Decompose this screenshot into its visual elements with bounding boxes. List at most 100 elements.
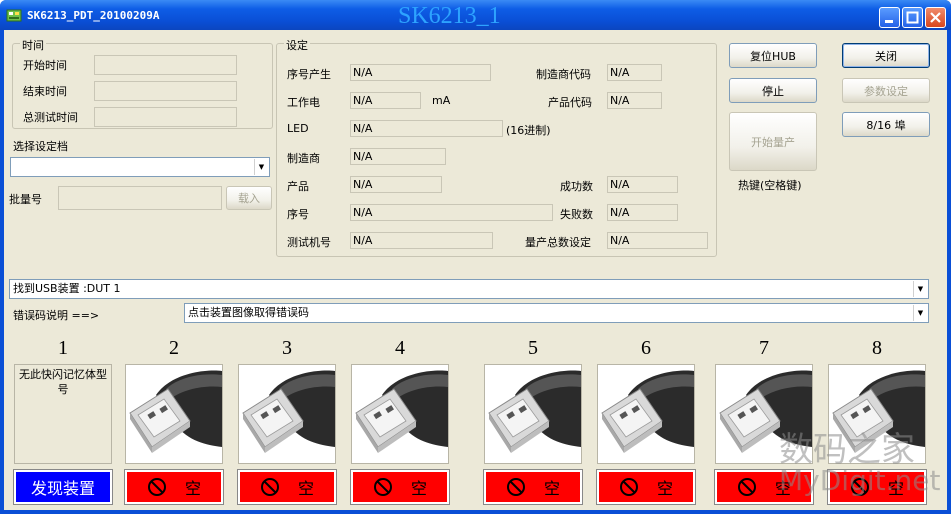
maximize-button[interactable] <box>902 7 923 28</box>
minimize-icon <box>885 20 893 23</box>
start-time-field <box>94 55 237 75</box>
slot-number: 5 <box>528 337 538 359</box>
led-field: N/A <box>350 120 503 137</box>
params-button-label: 参数设定 <box>864 84 908 98</box>
current-unit: mA <box>432 94 451 107</box>
title-bar[interactable]: SK6213_PDT_20100209A SK6213_1 <box>0 0 951 30</box>
total-time-field <box>94 107 237 127</box>
error-code-select[interactable]: 点击装置图像取得错误码 ▼ <box>184 303 929 323</box>
maximize-icon <box>906 11 919 24</box>
prohibited-icon <box>506 477 526 497</box>
ports-button[interactable]: 8/16 埠 <box>842 112 930 137</box>
slot-status[interactable]: 空 <box>350 469 450 505</box>
vendor-label: 制造商 <box>287 152 320 165</box>
batch-label: 批量号 <box>9 193 42 206</box>
reset-hub-button[interactable]: 复位HUB <box>729 43 817 68</box>
batch-input[interactable] <box>58 186 222 210</box>
time-group: 时间 开始时间 结束时间 总测试时间 <box>12 37 273 129</box>
slot-status-label: 空 <box>410 479 427 498</box>
ports-button-label: 8/16 埠 <box>866 118 906 132</box>
slot-status[interactable]: 空 <box>237 469 337 505</box>
serial-gen-field: N/A <box>350 64 491 81</box>
usb-drive-icon[interactable] <box>351 364 449 464</box>
serial-gen-label: 序号产生 <box>287 68 331 81</box>
led-label: LED <box>287 122 309 135</box>
window-title: SK6213_PDT_20100209A <box>27 9 160 22</box>
vendor-code-field: N/A <box>607 64 662 81</box>
end-time-field <box>94 81 237 101</box>
chevron-down-icon[interactable]: ▼ <box>913 305 927 321</box>
slot-status-label: 空 <box>656 479 673 498</box>
start-button[interactable]: 开始量产 <box>729 112 817 171</box>
load-button[interactable]: 载入 <box>226 186 272 210</box>
params-button[interactable]: 参数设定 <box>842 78 930 103</box>
error-code-value: 点击装置图像取得错误码 <box>188 306 309 319</box>
slot-number: 7 <box>759 337 769 359</box>
start-time-label: 开始时间 <box>23 59 67 72</box>
chevron-down-icon[interactable]: ▼ <box>254 159 268 175</box>
slot-status[interactable]: 发现装置 <box>13 469 113 505</box>
close-window-button[interactable] <box>925 7 946 28</box>
slot-message[interactable]: 无此快闪记忆体型号 <box>14 364 112 464</box>
slot-number: 1 <box>58 337 68 359</box>
close-icon <box>930 12 941 23</box>
usb-drive-icon[interactable] <box>125 364 223 464</box>
fail-label: 失败数 <box>560 208 593 221</box>
window-center-title: SK6213_1 <box>398 3 501 29</box>
chevron-down-icon[interactable]: ▼ <box>913 281 927 297</box>
stop-button[interactable]: 停止 <box>729 78 817 103</box>
minimize-button[interactable] <box>879 7 900 28</box>
slot-number: 2 <box>169 337 179 359</box>
slot-status-label: 空 <box>297 479 314 498</box>
hotkey-label: 热键(空格键) <box>738 179 802 192</box>
prohibited-icon <box>737 477 757 497</box>
slot-status-label: 空 <box>184 479 201 498</box>
slot-number: 4 <box>395 337 405 359</box>
usb-drive-icon[interactable] <box>484 364 582 464</box>
product-field: N/A <box>350 176 442 193</box>
vendor-code-label: 制造商代码 <box>536 68 591 81</box>
serial-label: 序号 <box>287 208 309 221</box>
slot-number: 8 <box>872 337 882 359</box>
settings-group: 设定 序号产生 N/A 制造商代码 N/A 工作电 N/A mA 产品代码 N/… <box>276 37 717 257</box>
prohibited-icon <box>619 477 639 497</box>
slot-number: 6 <box>641 337 651 359</box>
watermark-site: MyDigit.net <box>779 464 941 497</box>
settings-group-title: 设定 <box>284 37 310 53</box>
total-set-field: N/A <box>607 232 708 249</box>
current-field: N/A <box>350 92 421 109</box>
total-set-label: 量产总数设定 <box>525 236 591 249</box>
config-select-label: 选择设定档 <box>13 140 68 153</box>
config-select[interactable]: ▼ <box>10 157 270 177</box>
close-button[interactable]: 关闭 <box>842 43 930 68</box>
led-hint: (16进制) <box>506 124 551 137</box>
slot-status[interactable]: 空 <box>124 469 224 505</box>
product-code-label: 产品代码 <box>548 96 592 109</box>
slot-status[interactable]: 空 <box>483 469 583 505</box>
serial-field: N/A <box>350 204 553 221</box>
product-label: 产品 <box>287 180 309 193</box>
prohibited-icon <box>260 477 280 497</box>
total-time-label: 总测试时间 <box>23 111 78 124</box>
tester-label: 测试机号 <box>287 236 331 249</box>
client-area: 时间 开始时间 结束时间 总测试时间 选择设定档 ▼ 批量号 载入 设定 序号产… <box>4 30 947 510</box>
slot-status-label: 发现装置 <box>30 479 95 498</box>
error-code-label: 错误码说明 ==> <box>13 309 100 322</box>
device-select[interactable]: 找到USB装置 :DUT 1 ▼ <box>9 279 929 299</box>
slot-status[interactable]: 空 <box>596 469 696 505</box>
end-time-label: 结束时间 <box>23 85 67 98</box>
device-select-value: 找到USB装置 :DUT 1 <box>13 282 121 295</box>
usb-drive-icon[interactable] <box>238 364 336 464</box>
current-label: 工作电 <box>287 96 320 109</box>
success-label: 成功数 <box>560 180 593 193</box>
reset-hub-label: 复位HUB <box>750 49 796 63</box>
start-button-label: 开始量产 <box>751 135 795 149</box>
slot-status-label: 空 <box>543 479 560 498</box>
vendor-field: N/A <box>350 148 446 165</box>
fail-field: N/A <box>607 204 678 221</box>
load-button-label: 载入 <box>238 192 260 205</box>
time-group-title: 时间 <box>20 37 46 53</box>
usb-drive-icon[interactable] <box>597 364 695 464</box>
tester-field: N/A <box>350 232 493 249</box>
success-field: N/A <box>607 176 678 193</box>
